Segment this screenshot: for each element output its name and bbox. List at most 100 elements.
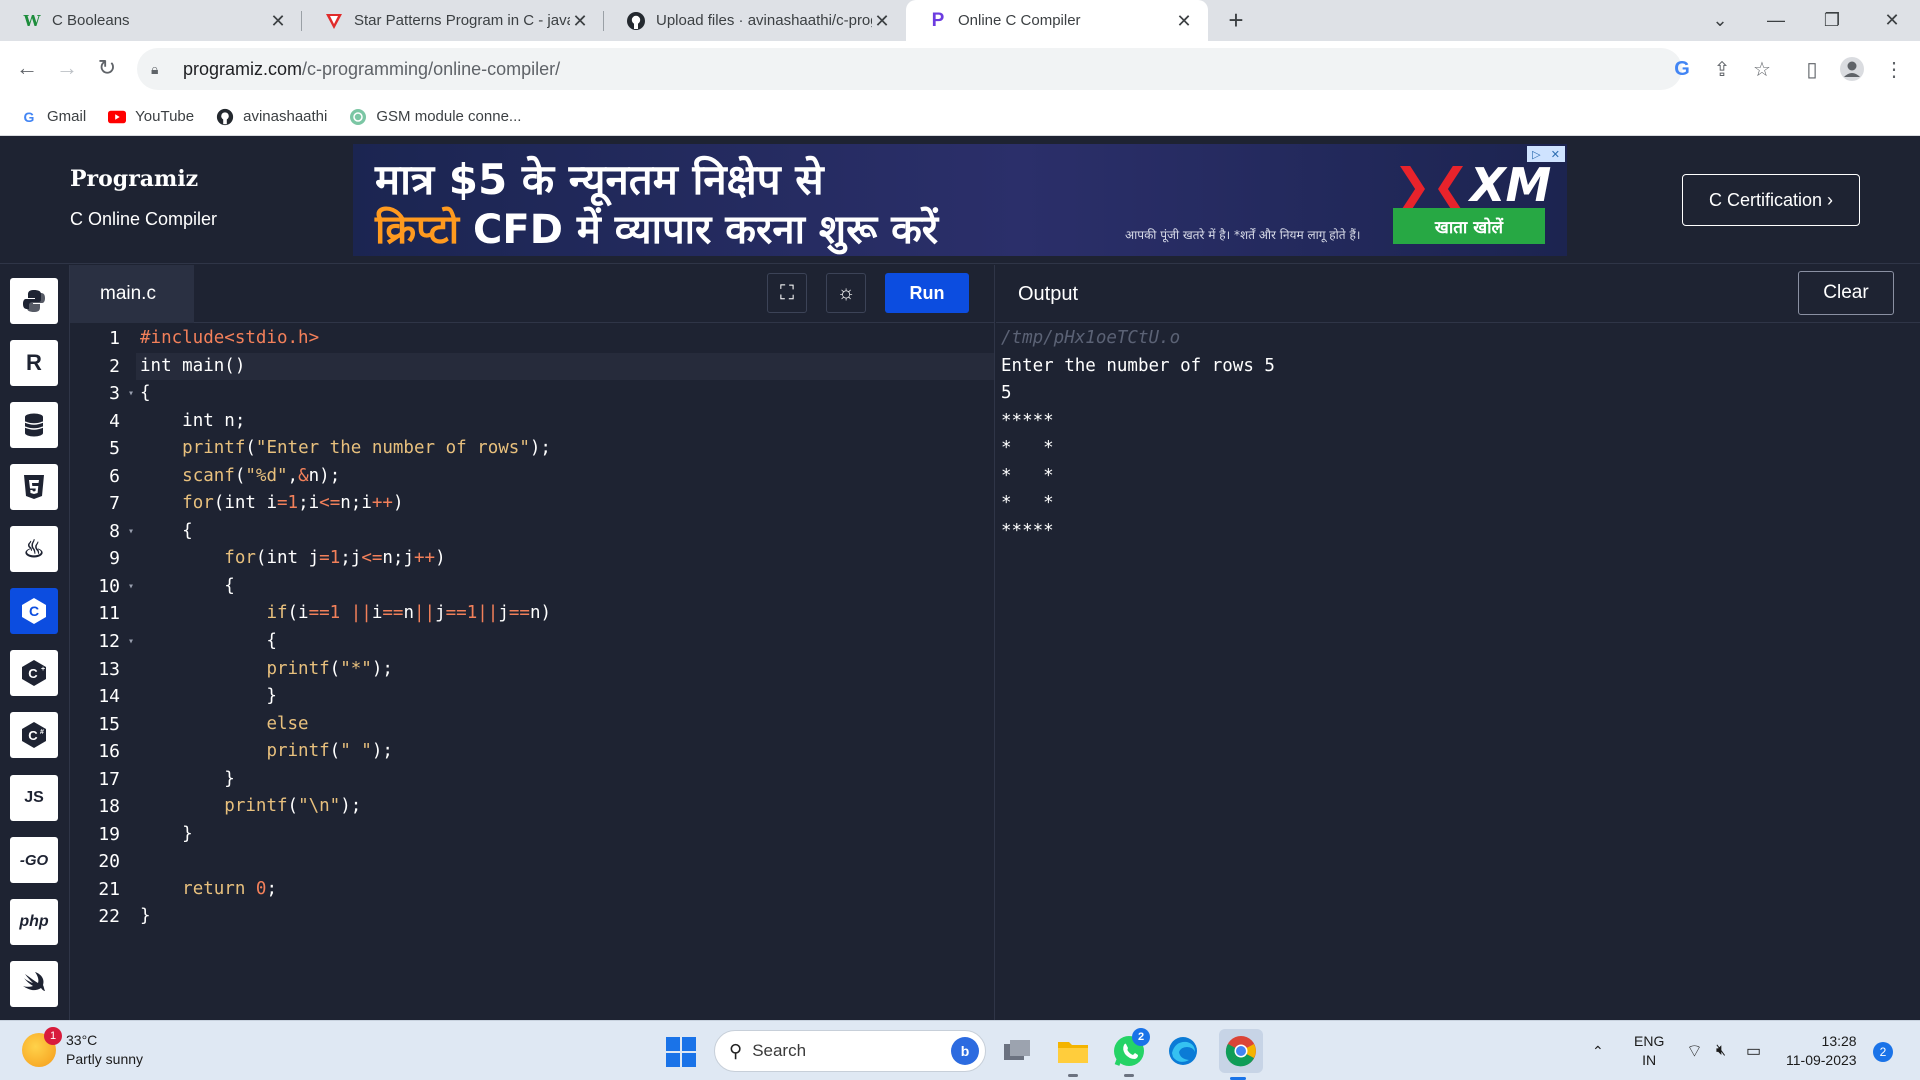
go-icon[interactable]: -GO — [10, 837, 58, 883]
taskbar-search[interactable]: ⚲ Search b — [714, 1030, 986, 1072]
output-console[interactable]: /tmp/pHx1oeTCtU.o Enter the number of ro… — [1001, 325, 1275, 545]
bookmark-youtube[interactable]: YouTube — [108, 108, 194, 126]
close-window-icon[interactable]: ✕ — [1864, 0, 1920, 41]
new-tab-button[interactable]: + — [1216, 0, 1256, 41]
code-line[interactable]: printf(" "); — [136, 738, 994, 766]
r-icon[interactable]: R — [10, 340, 58, 386]
side-panel-icon[interactable]: ▯ — [1794, 51, 1830, 87]
code-line[interactable]: { — [136, 380, 994, 408]
restore-icon[interactable]: ❐ — [1804, 0, 1860, 41]
bookmark-gsm-module[interactable]: GSM module conne... — [349, 108, 521, 126]
wifi-icon[interactable]: ⌔ — [1686, 1021, 1703, 1080]
advertisement-banner[interactable]: मात्र $5 के न्यूनतम निक्षेप से क्रिप्टो … — [353, 144, 1567, 256]
theme-toggle-sun-icon[interactable]: ☼ — [826, 273, 866, 313]
code-line[interactable]: { — [136, 628, 994, 656]
reload-icon[interactable]: ↻ — [90, 51, 124, 85]
bing-icon[interactable]: b — [951, 1037, 979, 1065]
code-line[interactable]: if(i==1 ||i==n||j==1||j==n) — [136, 600, 994, 628]
code-line[interactable]: else — [136, 711, 994, 739]
php-icon[interactable]: php — [10, 899, 58, 945]
clear-button[interactable]: Clear — [1798, 271, 1894, 315]
whatsapp-icon[interactable]: 2 — [1110, 1028, 1150, 1077]
java-icon[interactable]: ♨ — [10, 526, 58, 572]
browser-tab-online-c-compiler[interactable]: P Online C Compiler ✕ — [906, 0, 1208, 41]
tab-search-icon[interactable]: ⌄ — [1692, 0, 1748, 41]
code-area[interactable]: #include<stdio.h> int main(){ int n; prin… — [136, 325, 994, 931]
bookmark-gmail[interactable]: G Gmail — [20, 108, 87, 126]
code-line[interactable]: #include<stdio.h> — [136, 325, 994, 353]
fullscreen-icon[interactable]: ⛶ — [767, 273, 807, 313]
show-hidden-icons-chevron-icon[interactable]: ⌃ — [1592, 1021, 1604, 1080]
file-tab-main-c[interactable]: main.c — [70, 265, 194, 323]
code-line[interactable]: } — [136, 821, 994, 849]
code-line[interactable]: printf("\n"); — [136, 793, 994, 821]
address-bar[interactable]: 🔒︎ programiz.com/c-programming/online-co… — [137, 48, 1682, 90]
code-line[interactable]: { — [136, 573, 994, 601]
c-certification-button[interactable]: C Certification › — [1682, 174, 1860, 226]
code-token: , — [287, 465, 299, 486]
swift-icon[interactable] — [10, 961, 58, 1007]
bookmark-avinashaathi[interactable]: avinashaathi — [216, 108, 327, 126]
code-line[interactable]: for(int j=1;j<=n;j++) — [136, 545, 994, 573]
code-line[interactable]: int n; — [136, 408, 994, 436]
close-icon[interactable]: ✕ — [1551, 148, 1560, 161]
code-line[interactable]: printf("*"); — [136, 656, 994, 684]
system-clock[interactable]: 13:28 11-09-2023 — [1786, 1032, 1857, 1070]
edge-icon[interactable] — [1164, 1032, 1202, 1070]
code-line[interactable]: } — [136, 903, 994, 931]
chrome-icon[interactable] — [1219, 1029, 1263, 1080]
google-lens-icon[interactable]: G — [1664, 51, 1700, 87]
bookmark-star-icon[interactable]: ☆ — [1744, 51, 1780, 87]
share-icon[interactable]: ⇪ — [1704, 51, 1740, 87]
file-explorer-icon[interactable] — [1054, 1032, 1092, 1077]
code-token: else — [266, 713, 309, 734]
code-line[interactable]: for(int i=1;i<=n;i++) — [136, 490, 994, 518]
back-icon[interactable]: ← — [10, 51, 44, 85]
menu-kebab-icon[interactable]: ⋮ — [1876, 51, 1912, 87]
profile-avatar-icon[interactable] — [1834, 51, 1870, 87]
battery-icon[interactable]: ▭ — [1746, 1021, 1761, 1080]
code-line[interactable]: printf("Enter the number of rows"); — [136, 435, 994, 463]
close-icon[interactable]: ✕ — [570, 11, 590, 31]
bookmark-label: YouTube — [135, 108, 195, 125]
lock-icon[interactable]: 🔒︎ — [151, 61, 175, 78]
code-line[interactable]: { — [136, 518, 994, 546]
close-icon[interactable]: ✕ — [872, 11, 892, 31]
code-token: <= — [319, 493, 341, 514]
weather-widget[interactable]: 1 33°C Partly sunny — [22, 1027, 143, 1069]
svg-text:C: C — [29, 603, 39, 619]
code-line[interactable] — [136, 848, 994, 876]
browser-tab-c-booleans[interactable]: W C Booleans ✕ — [0, 0, 302, 41]
code-line[interactable]: int main() — [136, 352, 994, 381]
speaker-muted-icon[interactable]: 🔇︎ — [1716, 1021, 1726, 1080]
minimize-icon[interactable]: — — [1748, 0, 1804, 41]
input-language[interactable]: ENG IN — [1634, 1021, 1664, 1080]
code-line[interactable]: } — [136, 766, 994, 794]
csharp-icon[interactable]: C # — [10, 712, 58, 758]
code-line[interactable]: } — [136, 683, 994, 711]
windows-start-icon[interactable] — [666, 1037, 696, 1067]
code-line[interactable]: scanf("%d",&n); — [136, 463, 994, 491]
html5-icon[interactable] — [10, 464, 58, 510]
ad-highlight: क्रिप्टो — [375, 207, 460, 253]
adchoices-icon: ▷ — [1532, 148, 1541, 161]
ad-choices-icon[interactable]: ▷ ✕ — [1527, 146, 1565, 162]
python-icon[interactable] — [10, 278, 58, 324]
close-icon[interactable]: ✕ — [268, 11, 288, 31]
forward-icon[interactable]: → — [50, 51, 84, 85]
task-view-icon[interactable] — [998, 1032, 1036, 1070]
run-button[interactable]: Run — [885, 273, 969, 313]
browser-tab-upload-files[interactable]: Upload files · avinashaathi/c-prog ✕ — [604, 0, 906, 41]
code-line[interactable]: return 0; — [136, 876, 994, 904]
close-icon[interactable]: ✕ — [1174, 11, 1194, 31]
code-token: n); — [308, 465, 341, 486]
c-icon[interactable]: C — [10, 588, 58, 634]
browser-tab-star-patterns[interactable]: Star Patterns Program in C - javat ✕ — [302, 0, 604, 41]
cpp-icon[interactable]: C + — [10, 650, 58, 696]
sql-icon[interactable] — [10, 402, 58, 448]
notification-badge[interactable]: 2 — [1873, 1042, 1893, 1062]
js-icon[interactable]: JS — [10, 775, 58, 821]
programiz-logo[interactable]: Programiz — [70, 166, 198, 192]
ad-cta-button[interactable]: खाता खोलें — [1393, 208, 1545, 244]
